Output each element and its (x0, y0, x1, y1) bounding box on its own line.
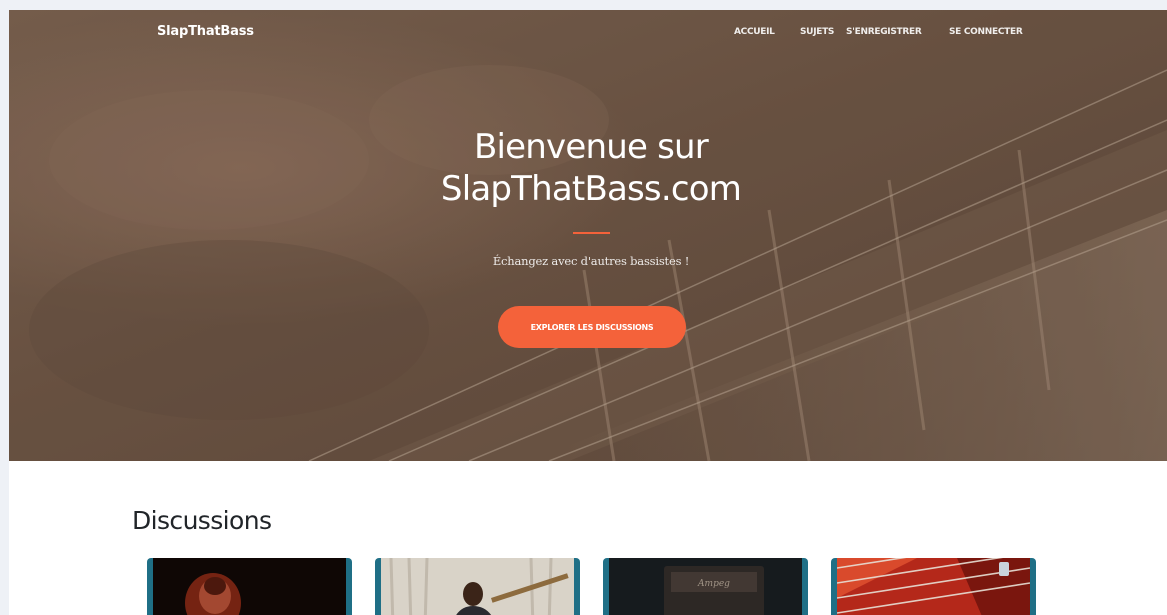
bassist-in-suit-image (381, 558, 574, 615)
discussion-card[interactable] (147, 558, 352, 615)
page: SlapThatBass ACCUEIL SUJETS S'ENREGISTRE… (9, 10, 1167, 615)
hero-title-line-1: Bienvenue sur (474, 127, 709, 167)
nav-link-register[interactable]: S'ENREGISTRER (846, 27, 922, 37)
hero-section: SlapThatBass ACCUEIL SUJETS S'ENREGISTRE… (9, 10, 1167, 461)
nav-link-sujets[interactable]: SUJETS (800, 27, 834, 37)
discussion-card[interactable] (831, 558, 1036, 615)
hero-title: Bienvenue sur SlapThatBass.com (9, 126, 1167, 210)
discussion-card[interactable] (375, 558, 580, 615)
hero-title-line-2: SlapThatBass.com (440, 169, 742, 209)
explore-discussions-button[interactable]: EXPLORER LES DISCUSSIONS (498, 306, 686, 348)
hero-divider (573, 232, 610, 234)
hero-background-image (9, 10, 1167, 461)
red-bass-strings-image (837, 558, 1030, 615)
navbar: SlapThatBass ACCUEIL SUJETS S'ENREGISTRE… (9, 10, 1167, 56)
nav-link-accueil[interactable]: ACCUEIL (734, 27, 775, 37)
nav-link-login[interactable]: SE CONNECTER (949, 27, 1023, 37)
discussions-title: Discussions (132, 506, 272, 535)
bass-amplifier-image: Ampeg (609, 558, 802, 615)
discussion-card[interactable]: Ampeg (603, 558, 808, 615)
hero-subtitle: Échangez avec d'autres bassistes ! (492, 254, 690, 268)
bassist-on-stage-image (153, 558, 346, 615)
nav-links: ACCUEIL SUJETS S'ENREGISTRER SE CONNECTE… (9, 27, 1167, 41)
